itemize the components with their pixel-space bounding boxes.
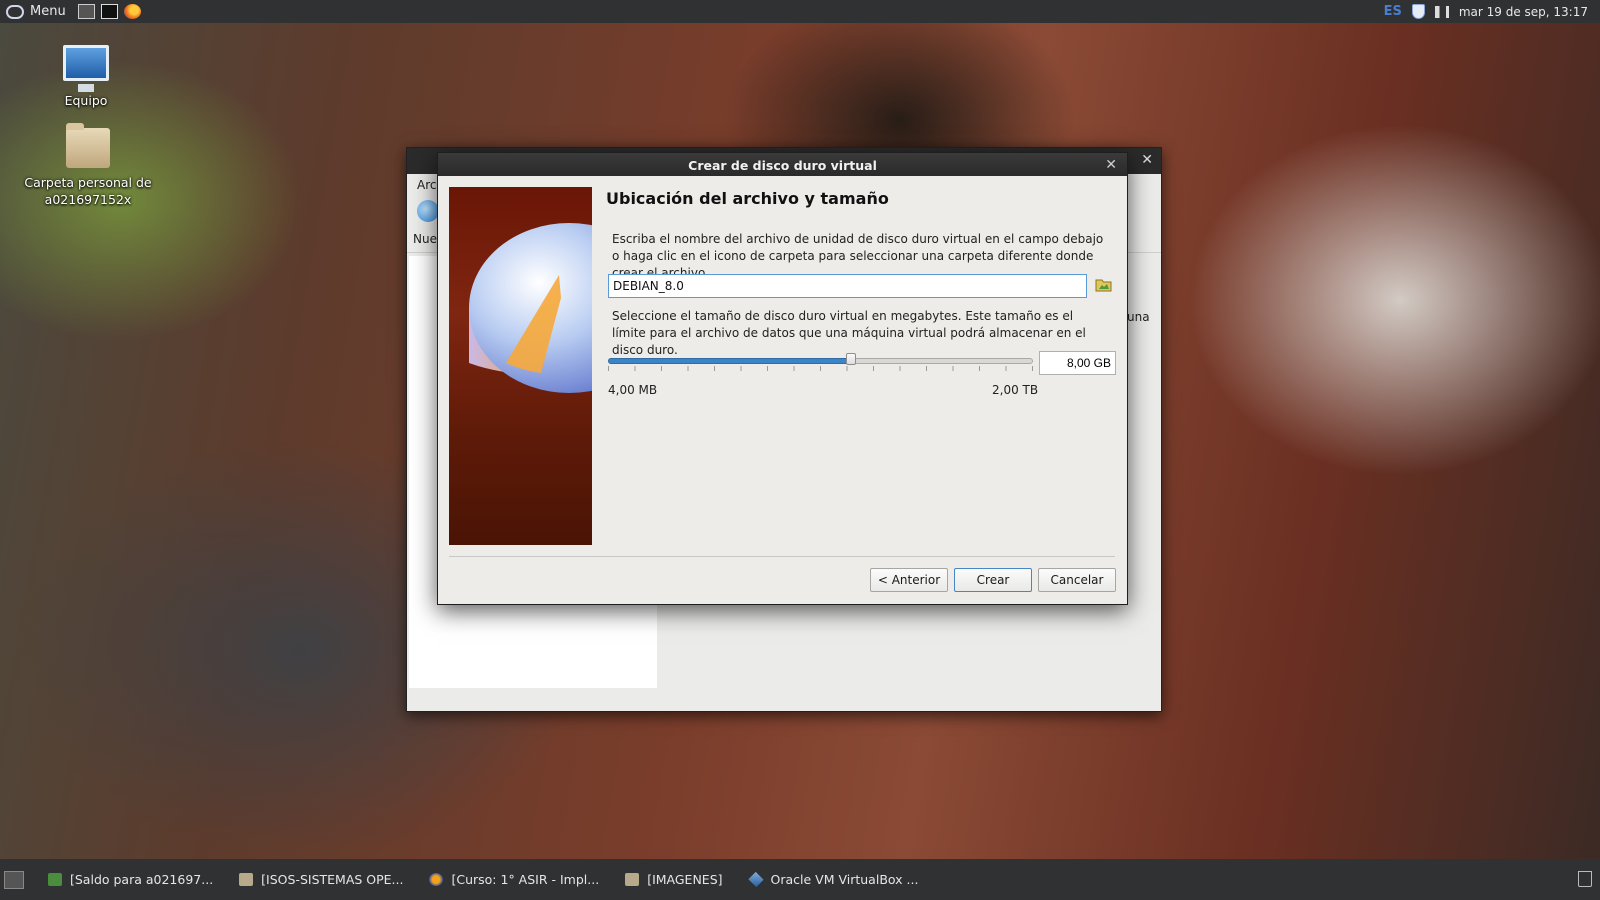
shield-icon[interactable] xyxy=(1411,4,1425,19)
disk-size-input[interactable] xyxy=(1039,351,1116,375)
desktop-icon-label: Equipo xyxy=(64,93,108,108)
divider xyxy=(449,556,1115,557)
file-name-input[interactable] xyxy=(608,274,1087,298)
taskbar-item[interactable]: [ISOS-SISTEMAS OPE... xyxy=(225,868,415,892)
folder-icon xyxy=(625,873,640,886)
create-virtual-disk-dialog: Crear de disco duro virtual ✕ Ubicación … xyxy=(437,152,1128,605)
terminal-icon[interactable] xyxy=(100,4,118,19)
slider-fill xyxy=(608,358,853,364)
taskbar-item-label: Oracle VM VirtualBox ... xyxy=(770,872,919,887)
taskbar-item-label: [Saldo para a021697... xyxy=(70,872,214,887)
slider-ticks xyxy=(608,366,1033,371)
files-icon[interactable] xyxy=(77,4,95,19)
top-panel: Menu ES mar 19 de sep, 13:17 xyxy=(0,0,1600,23)
menu-button[interactable]: Menu xyxy=(0,0,72,23)
volume-icon[interactable] xyxy=(1434,5,1449,18)
hard-disk-icon xyxy=(469,223,592,393)
taskbar-item[interactable]: [Curso: 1° ASIR - Impl... xyxy=(415,868,611,892)
desktop-icon-equipo[interactable]: Equipo xyxy=(21,45,151,108)
new-vm-icon[interactable] xyxy=(417,200,439,222)
size-range-max: 2,00 TB xyxy=(992,383,1039,397)
keyboard-layout-indicator[interactable]: ES xyxy=(1384,4,1402,19)
dialog-titlebar[interactable]: Crear de disco duro virtual ✕ xyxy=(438,153,1127,176)
wizard-side-image xyxy=(449,187,592,545)
dialog-title: Crear de disco duro virtual xyxy=(688,158,877,173)
system-tray: ES mar 19 de sep, 13:17 xyxy=(1384,0,1588,23)
home-folder-icon xyxy=(66,123,110,168)
message-icon xyxy=(48,873,62,886)
slider-handle[interactable] xyxy=(846,353,856,365)
menu-item-archivo[interactable]: Arc xyxy=(417,178,436,192)
taskbar-item-label: [IMAGENES] xyxy=(647,872,723,887)
desktop-icon-home-folder[interactable]: Carpeta personal de a021697152x xyxy=(23,123,153,208)
desktop-icon-label: Carpeta personal de a021697152x xyxy=(24,175,152,207)
computer-icon xyxy=(63,45,109,92)
page-title: Ubicación del archivo y tamaño xyxy=(606,189,889,208)
create-button[interactable]: Crear xyxy=(954,568,1032,592)
toolbar-new-label[interactable]: Nue xyxy=(413,232,437,246)
show-desktop-icon[interactable] xyxy=(4,870,24,889)
taskbar-item[interactable]: [Saldo para a021697... xyxy=(34,868,225,892)
clock[interactable]: mar 19 de sep, 13:17 xyxy=(1459,5,1588,19)
taskbar-item-label: [ISOS-SISTEMAS OPE... xyxy=(261,872,404,887)
disk-size-slider[interactable] xyxy=(608,351,1033,375)
menu-label: Menu xyxy=(30,4,66,19)
details-text: una xyxy=(1127,310,1150,324)
firefox-icon[interactable] xyxy=(123,4,141,19)
choose-folder-icon[interactable] xyxy=(1095,276,1113,294)
taskbar-item[interactable]: Oracle VM VirtualBox ... xyxy=(735,868,931,892)
cancel-button[interactable]: Cancelar xyxy=(1038,568,1116,592)
virtualbox-icon xyxy=(747,871,764,888)
previous-button[interactable]: < Anterior xyxy=(870,568,948,592)
taskbar-item[interactable]: [IMAGENES] xyxy=(611,868,734,892)
firefox-icon xyxy=(429,873,444,886)
folder-icon xyxy=(239,873,254,886)
close-icon[interactable]: ✕ xyxy=(1105,153,1117,178)
trash-icon[interactable] xyxy=(1578,871,1592,887)
mint-logo-icon xyxy=(6,4,24,19)
taskbar: [Saldo para a021697... [ISOS-SISTEMAS OP… xyxy=(0,859,1600,900)
size-range-min: 4,00 MB xyxy=(608,383,658,397)
close-icon[interactable]: ✕ xyxy=(1141,152,1153,168)
taskbar-item-label: [Curso: 1° ASIR - Impl... xyxy=(451,872,600,887)
